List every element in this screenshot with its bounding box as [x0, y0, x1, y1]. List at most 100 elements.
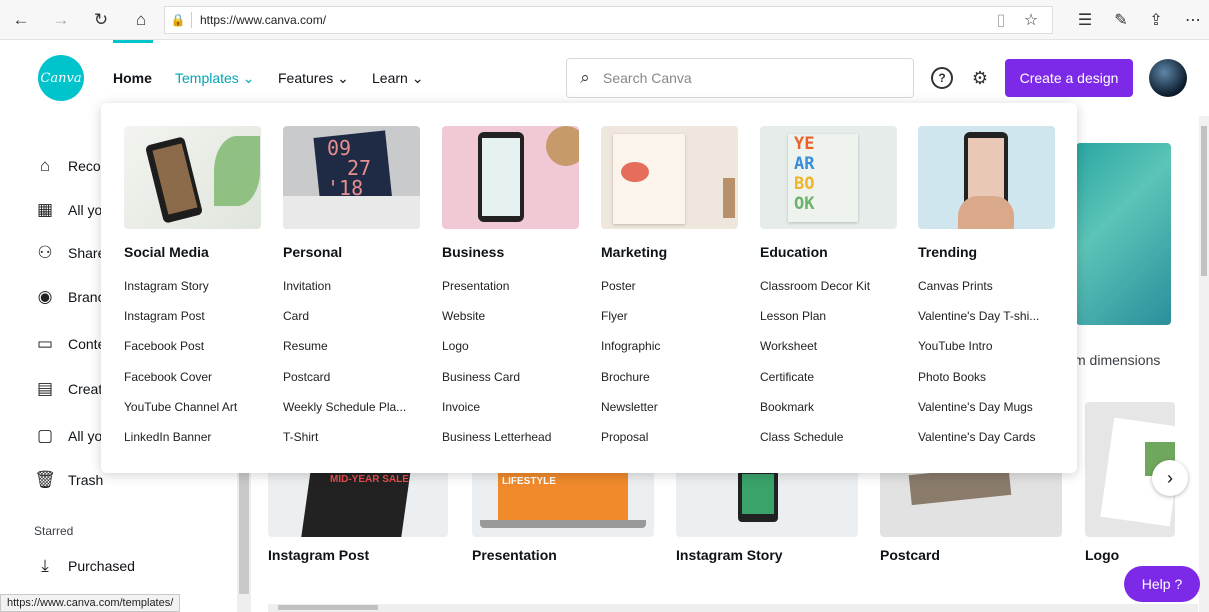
- dropdown-link[interactable]: Poster: [601, 279, 636, 293]
- card-label[interactable]: Instagram Story: [676, 547, 783, 563]
- dropdown-link[interactable]: Resume: [283, 339, 328, 353]
- sidebar-item-label: Creat: [68, 381, 103, 397]
- dropdown-link[interactable]: Classroom Decor Kit: [760, 279, 870, 293]
- search-input[interactable]: ⌕ Search Canva: [566, 58, 914, 98]
- marketing-thumbnail[interactable]: [601, 126, 738, 229]
- sidebar-item-trash[interactable]: 🗑 Trash: [34, 468, 103, 492]
- refresh-icon[interactable]: ↻: [88, 8, 114, 32]
- nav-learn[interactable]: Learn ⌄: [372, 70, 423, 87]
- dropdown-link[interactable]: Infographic: [601, 339, 660, 353]
- column-heading[interactable]: Social Media: [124, 244, 209, 260]
- help-icon[interactable]: ?: [931, 67, 953, 89]
- dropdown-link[interactable]: Invitation: [283, 279, 331, 293]
- nav-features[interactable]: Features ⌄: [278, 70, 349, 87]
- pen-icon[interactable]: ✎: [1108, 8, 1134, 32]
- card-label[interactable]: Instagram Post: [268, 547, 369, 563]
- education-thumbnail[interactable]: YE AR BO OK: [760, 126, 897, 229]
- dropdown-link[interactable]: Weekly Schedule Pla...: [283, 400, 406, 414]
- card-image-instagram-story[interactable]: [676, 470, 858, 537]
- dropdown-link[interactable]: Worksheet: [760, 339, 817, 353]
- personal-thumbnail[interactable]: 09 27 '18: [283, 126, 420, 229]
- favorite-star-icon[interactable]: ☆: [1018, 8, 1044, 32]
- social-media-thumbnail[interactable]: [124, 126, 261, 229]
- dropdown-link[interactable]: Lesson Plan: [760, 309, 826, 323]
- card-label[interactable]: Presentation: [472, 547, 557, 563]
- column-heading[interactable]: Marketing: [601, 244, 667, 260]
- card-label[interactable]: Postcard: [880, 547, 940, 563]
- dropdown-link[interactable]: Instagram Story: [124, 279, 209, 293]
- share-icon[interactable]: ⇪: [1143, 8, 1169, 32]
- dropdown-link[interactable]: Brochure: [601, 370, 650, 384]
- sidebar-item-all-designs[interactable]: ▦ All yo: [34, 198, 102, 222]
- page-scroll-thumb[interactable]: [1201, 126, 1207, 276]
- dropdown-link[interactable]: Photo Books: [918, 370, 986, 384]
- column-heading[interactable]: Personal: [283, 244, 342, 260]
- card-image-instagram-post[interactable]: MID-YEAR SALE: [268, 470, 448, 537]
- favorites-list-icon[interactable]: ☰: [1072, 8, 1098, 32]
- dropdown-link[interactable]: Valentine's Day Mugs: [918, 400, 1033, 414]
- dropdown-link[interactable]: Facebook Cover: [124, 370, 212, 384]
- dropdown-link[interactable]: Instagram Post: [124, 309, 205, 323]
- custom-dimensions-label[interactable]: m dimensions: [1074, 352, 1160, 368]
- trash-icon: 🗑: [34, 470, 56, 489]
- more-icon[interactable]: ⋯: [1180, 8, 1206, 32]
- nav-templates[interactable]: Templates ⌄: [175, 70, 254, 87]
- dropdown-link[interactable]: YouTube Channel Art: [124, 400, 237, 414]
- dropdown-link[interactable]: Proposal: [601, 430, 648, 444]
- sidebar-item-shared[interactable]: ⚇ Share: [34, 241, 105, 265]
- sidebar-item-purchased[interactable]: ⤓ Purchased: [34, 554, 135, 578]
- create-design-button[interactable]: Create a design: [1005, 59, 1133, 97]
- dropdown-link[interactable]: Flyer: [601, 309, 628, 323]
- dropdown-link[interactable]: Newsletter: [601, 400, 658, 414]
- page-scrollbar[interactable]: [1199, 116, 1209, 612]
- carousel-next-button[interactable]: ›: [1152, 460, 1188, 496]
- dropdown-link[interactable]: Class Schedule: [760, 430, 843, 444]
- dropdown-link[interactable]: Invoice: [442, 400, 480, 414]
- dropdown-link[interactable]: Canvas Prints: [918, 279, 993, 293]
- trending-thumbnail[interactable]: [918, 126, 1055, 229]
- forward-icon[interactable]: →: [48, 8, 74, 32]
- sidebar-item-recent[interactable]: ⌂ Recor: [34, 154, 106, 178]
- carousel-scroll-thumb[interactable]: [278, 605, 378, 610]
- reading-view-icon[interactable]: ▯: [988, 8, 1014, 32]
- settings-gear-icon[interactable]: ⚙: [969, 67, 991, 89]
- dropdown-link[interactable]: Presentation: [442, 279, 509, 293]
- column-heading[interactable]: Trending: [918, 244, 977, 260]
- dropdown-link[interactable]: Bookmark: [760, 400, 814, 414]
- dropdown-link[interactable]: Facebook Post: [124, 339, 204, 353]
- sidebar-item-create-team[interactable]: ▤ Creat: [34, 377, 102, 401]
- sidebar-item-brand[interactable]: ◉ Branc: [34, 285, 105, 309]
- dropdown-link[interactable]: Valentine's Day Cards: [918, 430, 1035, 444]
- dropdown-link[interactable]: T-Shirt: [283, 430, 318, 444]
- canva-logo[interactable]: Canva: [38, 55, 84, 101]
- dropdown-link[interactable]: Website: [442, 309, 485, 323]
- home-browser-icon[interactable]: ⌂: [128, 8, 154, 32]
- dropdown-link[interactable]: Business Letterhead: [442, 430, 551, 444]
- dropdown-link[interactable]: Valentine's Day T-shi...: [918, 309, 1039, 323]
- column-heading[interactable]: Business: [442, 244, 504, 260]
- dropdown-link[interactable]: Certificate: [760, 370, 814, 384]
- address-bar[interactable]: 🔒 https://www.canva.com/: [164, 6, 1053, 34]
- hero-banner-image[interactable]: [1076, 143, 1171, 325]
- dropdown-link[interactable]: Business Card: [442, 370, 520, 384]
- dropdown-link[interactable]: Card: [283, 309, 309, 323]
- sidebar-item-all-folders[interactable]: ▢ All yo: [34, 424, 102, 448]
- column-heading[interactable]: Education: [760, 244, 828, 260]
- business-thumbnail[interactable]: [442, 126, 579, 229]
- dropdown-link[interactable]: LinkedIn Banner: [124, 430, 211, 444]
- dropdown-link[interactable]: Logo: [442, 339, 469, 353]
- card-label[interactable]: Logo: [1085, 547, 1119, 563]
- carousel-scrollbar[interactable]: [268, 604, 1198, 612]
- help-button[interactable]: Help ?: [1124, 566, 1200, 602]
- apps-icon: ▤: [36, 379, 54, 398]
- postcard-shape: [908, 470, 1012, 506]
- sidebar-item-content-planner[interactable]: ▭ Conte: [34, 332, 105, 356]
- card-image-presentation[interactable]: LIFESTYLE: [472, 470, 654, 537]
- dropdown-link[interactable]: YouTube Intro: [918, 339, 993, 353]
- nav-home[interactable]: Home: [113, 70, 152, 86]
- back-icon[interactable]: ←: [8, 8, 34, 32]
- yearbook-text: BO: [794, 174, 815, 194]
- card-image-postcard[interactable]: [880, 470, 1062, 537]
- avatar[interactable]: [1149, 59, 1187, 97]
- dropdown-link[interactable]: Postcard: [283, 370, 330, 384]
